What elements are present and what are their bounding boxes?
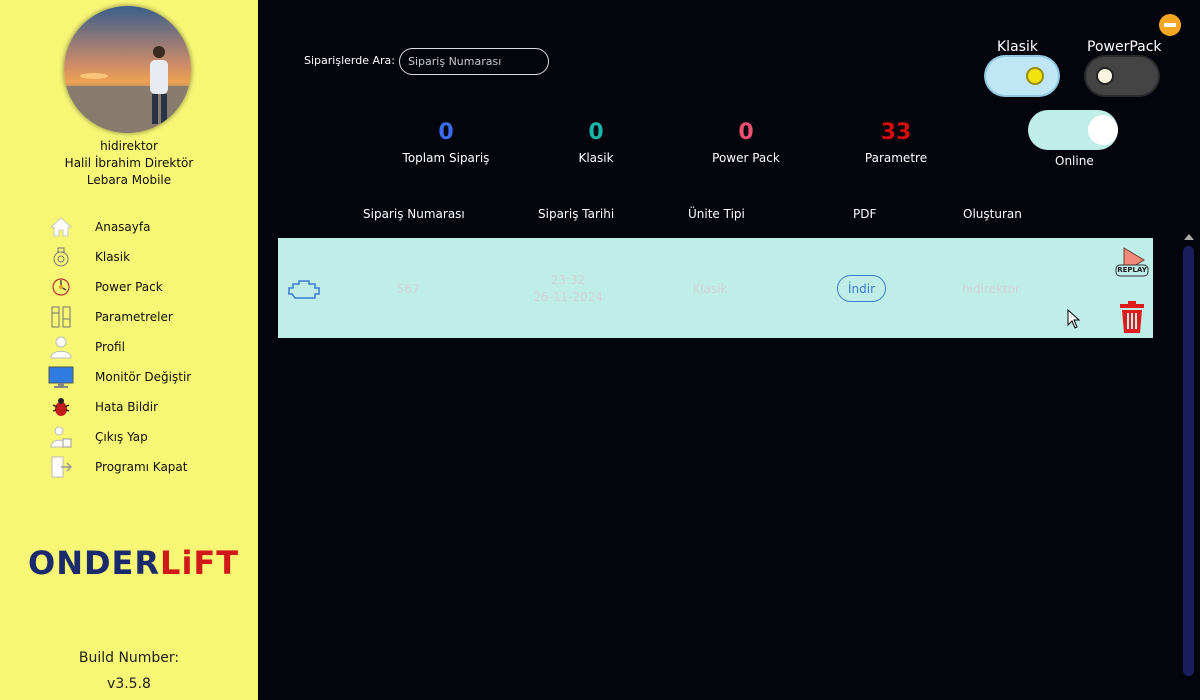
sidebar-item-label: Profil <box>95 340 125 354</box>
brand-right: LiFT <box>160 544 240 582</box>
profile-icon <box>48 334 74 360</box>
delete-button[interactable] <box>1118 300 1146 334</box>
stat-label: Power Pack <box>712 151 780 165</box>
cell-creator: hidirektor <box>962 282 1020 296</box>
search-label: Siparişlerde Ara: <box>304 54 395 67</box>
stat-parametre: 33 Parametre <box>816 120 976 165</box>
klasik-toggle-label: Klasik <box>997 39 1038 55</box>
stat-value: 0 <box>738 120 754 145</box>
sidebar-item-label: Programı Kapat <box>95 460 188 474</box>
build-version: v3.5.8 <box>107 676 151 692</box>
avatar[interactable] <box>64 6 191 133</box>
sidebar-item-label: Parametreler <box>95 310 173 324</box>
sidebar: hidirektor Halil İbrahim Direktör Lebara… <box>0 0 258 700</box>
sidebar-item-label: Anasayfa <box>95 220 151 234</box>
sidebar-item-power-pack[interactable]: Power Pack <box>44 272 244 302</box>
toggle-knob <box>1026 67 1044 85</box>
klasik-icon <box>48 244 74 270</box>
trash-icon <box>1120 301 1144 333</box>
build-label: Build Number: <box>78 650 180 666</box>
online-toggle-label: Online <box>1055 154 1094 168</box>
sidebar-item-klasik[interactable]: Klasik <box>44 242 244 272</box>
sidebar-item-label: Klasik <box>95 250 131 264</box>
stat-total-orders: 0 Toplam Sipariş <box>366 120 526 165</box>
exit-icon <box>48 454 74 480</box>
table-row[interactable]: 567 23:32 26-11-2024 Klasik İndir hidire… <box>278 238 1153 338</box>
stat-label: Parametre <box>864 151 928 165</box>
powerpack-toggle-label: PowerPack <box>1087 39 1162 55</box>
header-unit-type: Ünite Tipi <box>688 207 745 221</box>
scrollbar[interactable] <box>1180 232 1198 700</box>
sidebar-item-label: Çıkış Yap <box>95 430 148 444</box>
powerpack-toggle[interactable] <box>1086 57 1158 95</box>
cell-order-time: 23:32 <box>550 273 586 287</box>
monitor-icon <box>48 364 74 390</box>
bug-icon <box>48 394 74 420</box>
sidebar-item-programi-kapat[interactable]: Programı Kapat <box>44 452 244 482</box>
user-company: Lebara Mobile <box>86 173 172 187</box>
stat-power-pack: 0 Power Pack <box>666 120 826 165</box>
scroll-up-icon[interactable] <box>1184 234 1194 240</box>
onderlift-logo: ONDERLiFT <box>28 544 239 582</box>
pdf-download-button[interactable]: İndir <box>837 275 886 302</box>
klasik-toggle[interactable] <box>986 57 1058 95</box>
stat-label: Klasik <box>578 151 614 165</box>
cell-order-date: 26-11-2024 <box>533 290 603 304</box>
sidebar-item-parametreler[interactable]: Parametreler <box>44 302 244 332</box>
sidebar-item-label: Power Pack <box>95 280 163 294</box>
user-full-name: Halil İbrahim Direktör <box>64 156 194 170</box>
cell-order-no: 567 <box>396 282 420 296</box>
power-pack-icon <box>48 274 74 300</box>
engine-icon <box>287 276 321 306</box>
scroll-thumb[interactable] <box>1183 246 1194 676</box>
stat-label: Toplam Sipariş <box>402 151 490 165</box>
toggle-knob <box>1096 67 1114 85</box>
parameters-icon <box>48 304 74 330</box>
online-toggle[interactable] <box>1028 110 1118 150</box>
mouse-cursor-icon <box>1067 309 1081 329</box>
sidebar-item-label: Monitör Değiştir <box>95 370 192 384</box>
sidebar-item-anasayfa[interactable]: Anasayfa <box>44 212 244 242</box>
cell-unit-type: Klasik <box>692 282 728 296</box>
header-pdf: PDF <box>853 207 877 221</box>
sidebar-nav: Anasayfa Klasik Power Pack Parametreler … <box>44 212 244 482</box>
sidebar-item-monitor[interactable]: Monitör Değiştir <box>44 362 244 392</box>
brand-left: ONDER <box>28 544 161 582</box>
stat-value: 33 <box>880 120 912 145</box>
logout-icon <box>48 424 74 450</box>
header-creator: Oluşturan <box>963 207 1022 221</box>
sidebar-item-hata-bildir[interactable]: Hata Bildir <box>44 392 244 422</box>
header-order-date: Sipariş Tarihi <box>538 207 615 221</box>
sidebar-item-profil[interactable]: Profil <box>44 332 244 362</box>
minimize-button[interactable] <box>1159 14 1181 36</box>
sidebar-item-label: Hata Bildir <box>95 400 159 414</box>
sidebar-item-cikis-yap[interactable]: Çıkış Yap <box>44 422 244 452</box>
stat-value: 0 <box>588 120 604 145</box>
search-input[interactable] <box>399 48 549 75</box>
username: hidirektor <box>100 139 158 153</box>
home-icon <box>48 214 74 240</box>
toggle-knob <box>1088 115 1118 145</box>
stat-klasik: 0 Klasik <box>516 120 676 165</box>
replay-button[interactable]: REPLAY <box>1114 245 1150 279</box>
minus-icon <box>1164 23 1176 27</box>
stat-value: 0 <box>438 120 454 145</box>
header-order-no: Sipariş Numarası <box>363 207 465 221</box>
replay-label: REPLAY <box>1117 266 1147 274</box>
